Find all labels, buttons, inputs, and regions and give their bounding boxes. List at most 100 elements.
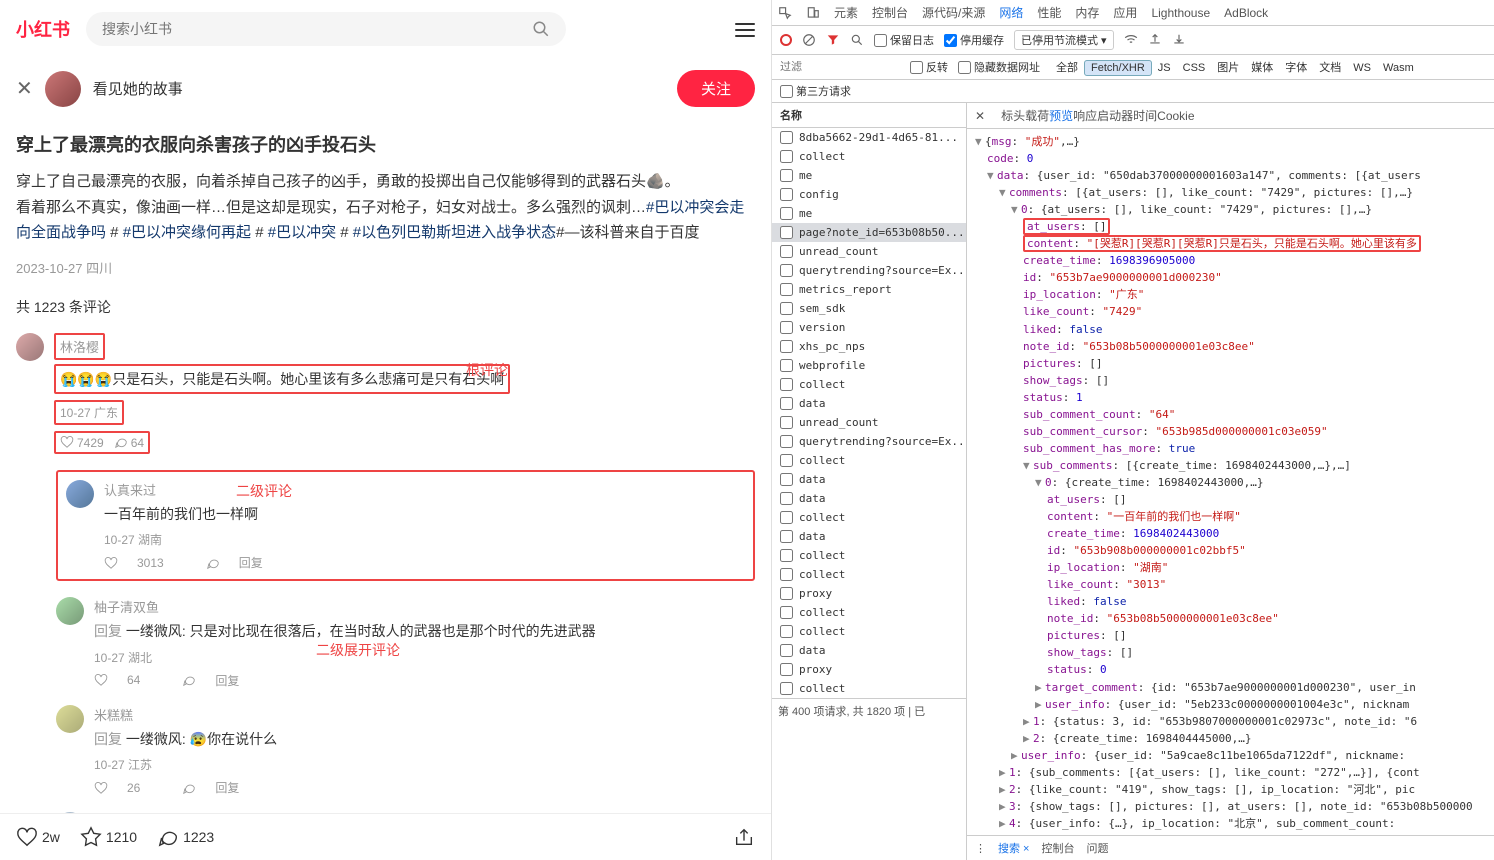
menu-icon[interactable] — [735, 19, 755, 39]
record-icon[interactable] — [780, 34, 792, 46]
request-row[interactable]: collect — [772, 603, 966, 622]
throttle-select[interactable]: 已停用节流模式 ▾ — [1014, 30, 1114, 50]
hashtag[interactable]: #以色列巴勒斯坦进入战争状态 — [353, 224, 556, 241]
request-row[interactable]: collect — [772, 451, 966, 470]
request-row[interactable]: page?note_id=653b08b50... — [772, 223, 966, 242]
detail-tab[interactable]: 启动器 — [1097, 109, 1133, 123]
json-preview[interactable]: ▼{msg: "成功",…} code: 0 ▼data: {user_id: … — [967, 129, 1494, 835]
clear-icon[interactable] — [802, 33, 816, 47]
hashtag[interactable]: #巴以冲突缘何再起 — [123, 224, 251, 241]
request-row[interactable]: collect — [772, 565, 966, 584]
username[interactable]: 认真来过 — [104, 480, 745, 499]
author-avatar[interactable] — [45, 71, 81, 107]
request-row[interactable]: collect — [772, 622, 966, 641]
detail-tab[interactable]: 时间 — [1133, 109, 1157, 123]
filter-type[interactable]: JS — [1152, 61, 1177, 75]
username[interactable]: 林洛樱 — [54, 333, 105, 360]
detail-tab[interactable]: Cookie — [1157, 109, 1194, 123]
invert-checkbox[interactable]: 反转 — [910, 59, 948, 75]
wifi-icon[interactable] — [1124, 33, 1138, 47]
request-row[interactable]: metrics_report — [772, 280, 966, 299]
hide-data-checkbox[interactable]: 隐藏数据网址 — [958, 59, 1040, 75]
request-row[interactable]: webprofile — [772, 356, 966, 375]
username[interactable]: 米糕糕 — [94, 705, 755, 724]
request-row[interactable]: unread_count — [772, 413, 966, 432]
filter-type[interactable]: Fetch/XHR — [1084, 60, 1152, 76]
request-row[interactable]: config — [772, 185, 966, 204]
drawer-tab-console[interactable]: 控制台 — [1041, 840, 1074, 856]
detail-tab[interactable]: 预览 — [1049, 109, 1073, 123]
request-row[interactable]: data — [772, 641, 966, 660]
download-icon[interactable] — [1172, 33, 1186, 47]
drawer-tab-issues[interactable]: 问题 — [1086, 840, 1108, 856]
drawer-menu-icon[interactable]: ⋮ — [975, 842, 986, 855]
request-row[interactable]: proxy — [772, 584, 966, 603]
detail-tab[interactable]: 标头 — [1001, 109, 1025, 123]
upload-icon[interactable] — [1148, 33, 1162, 47]
username[interactable]: 柚子清双鱼 — [94, 597, 755, 616]
avatar[interactable] — [56, 705, 84, 733]
filter-type[interactable]: 图片 — [1211, 61, 1245, 75]
like-button[interactable]: 2w — [16, 826, 60, 848]
search-icon[interactable] — [850, 33, 864, 47]
request-row[interactable]: data — [772, 489, 966, 508]
devtools-tab[interactable]: 元素 — [834, 6, 858, 20]
avatar[interactable] — [56, 597, 84, 625]
search-box[interactable] — [86, 12, 566, 46]
request-row[interactable]: xhs_pc_nps — [772, 337, 966, 356]
close-icon[interactable]: ✕ — [16, 76, 33, 101]
comment-actions[interactable]: 7429 64 — [54, 431, 150, 454]
request-row[interactable]: unread_count — [772, 242, 966, 261]
detail-tab[interactable]: 响应 — [1073, 109, 1097, 123]
preserve-log-checkbox[interactable]: 保留日志 — [874, 32, 934, 48]
devtools-tab[interactable]: 网络 — [999, 6, 1023, 20]
filter-type[interactable]: CSS — [1177, 61, 1212, 75]
request-row[interactable]: 8dba5662-29d1-4d65-81... — [772, 128, 966, 147]
filter-type[interactable]: 文档 — [1313, 61, 1347, 75]
close-detail-icon[interactable]: ✕ — [975, 109, 985, 123]
devtools-tab[interactable]: 性能 — [1037, 6, 1061, 20]
filter-type[interactable]: 全部 — [1050, 61, 1084, 75]
request-row[interactable]: proxy — [772, 660, 966, 679]
comment-button[interactable]: 1223 — [157, 826, 214, 848]
name-column-header[interactable]: 名称 — [772, 103, 966, 128]
request-row[interactable]: collect — [772, 508, 966, 527]
request-row[interactable]: querytrending?source=Ex... — [772, 432, 966, 451]
filter-input[interactable] — [780, 61, 900, 73]
devtools-tab[interactable]: 内存 — [1075, 6, 1099, 20]
request-row[interactable]: collect — [772, 147, 966, 166]
request-row[interactable]: version — [772, 318, 966, 337]
devtools-tab[interactable]: 源代码/来源 — [922, 6, 985, 20]
devtools-tab[interactable]: 控制台 — [872, 6, 908, 20]
hashtag[interactable]: #巴以冲突 — [268, 224, 336, 241]
author-name[interactable]: 看见她的故事 — [93, 78, 183, 99]
drawer-tab-search[interactable]: 搜索 × — [998, 840, 1029, 856]
inspect-icon[interactable] — [778, 6, 792, 20]
filter-type[interactable]: 字体 — [1279, 61, 1313, 75]
search-input[interactable] — [102, 21, 532, 37]
devtools-tab[interactable]: AdBlock — [1224, 6, 1268, 20]
devtools-tab[interactable]: Lighthouse — [1151, 6, 1210, 20]
detail-tab[interactable]: 载荷 — [1025, 109, 1049, 123]
device-icon[interactable] — [806, 6, 820, 20]
request-row[interactable]: collect — [772, 546, 966, 565]
request-row[interactable]: me — [772, 204, 966, 223]
search-icon[interactable] — [532, 20, 550, 38]
third-party-checkbox[interactable]: 第三方请求 — [780, 83, 1486, 99]
share-button[interactable] — [733, 826, 755, 848]
request-row[interactable]: collect — [772, 679, 966, 698]
avatar[interactable] — [16, 333, 44, 361]
follow-button[interactable]: 关注 — [677, 70, 755, 107]
request-row[interactable]: data — [772, 394, 966, 413]
filter-type[interactable]: Wasm — [1377, 61, 1420, 75]
comment-actions[interactable]: 26 回复 — [94, 779, 755, 796]
comment-actions[interactable]: 3013 回复 — [104, 554, 745, 571]
request-row[interactable]: me — [772, 166, 966, 185]
disable-cache-checkbox[interactable]: 停用缓存 — [944, 32, 1004, 48]
devtools-tab[interactable]: 应用 — [1113, 6, 1137, 20]
request-row[interactable]: querytrending?source=Ex... — [772, 261, 966, 280]
star-button[interactable]: 1210 — [80, 826, 137, 848]
comment-actions[interactable]: 64 回复 — [94, 672, 755, 689]
request-row[interactable]: data — [772, 470, 966, 489]
logo[interactable]: 小红书 — [16, 16, 70, 42]
